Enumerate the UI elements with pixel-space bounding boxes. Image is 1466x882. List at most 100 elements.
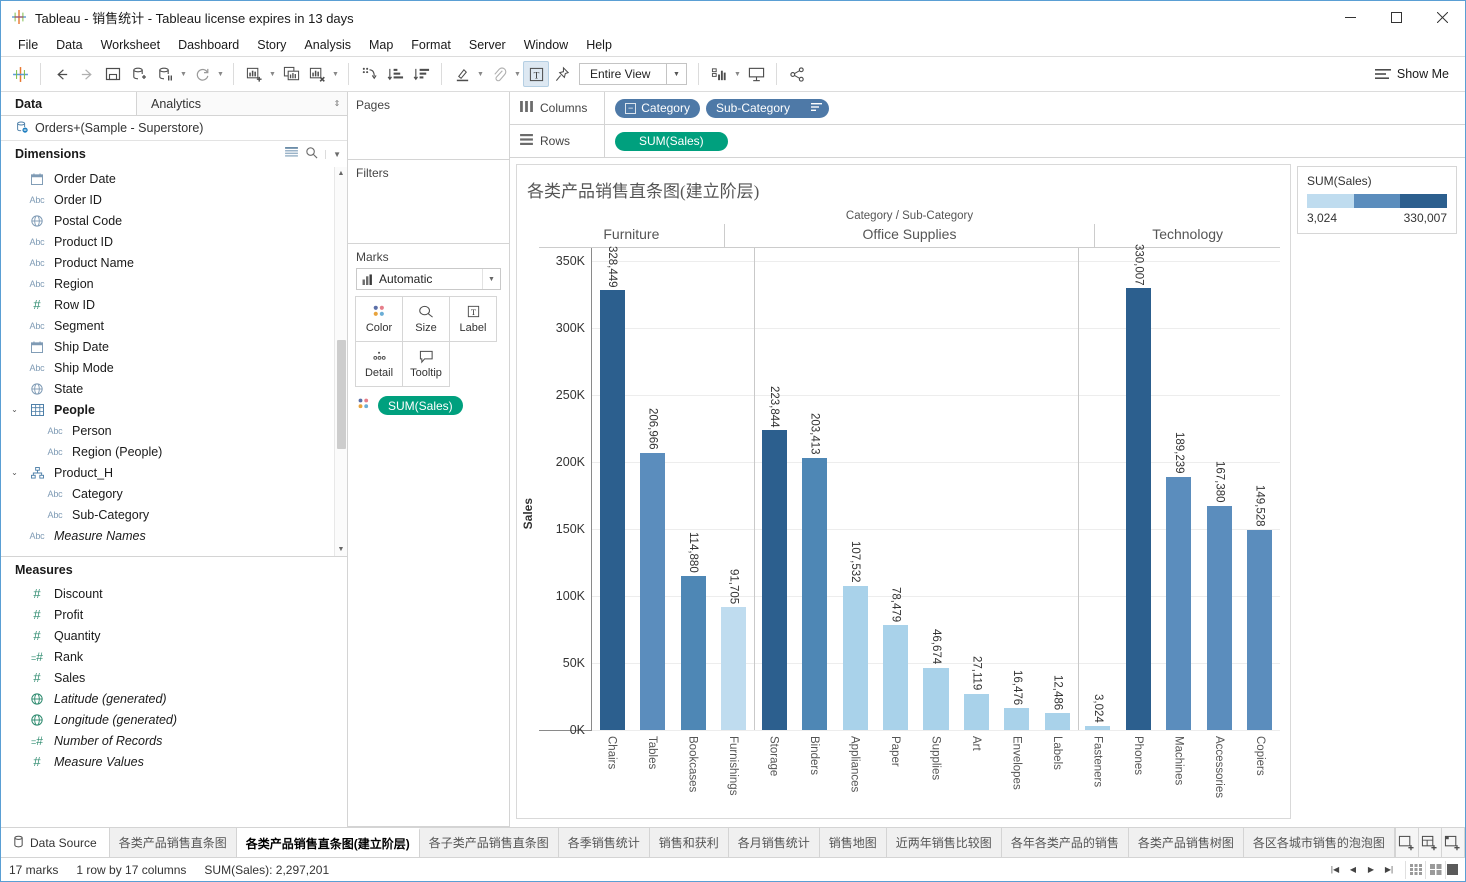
worksheet-tab[interactable]: 各类产品销售直条图(建立阶层) <box>236 828 420 857</box>
new-sheet-dropdown-caret-icon[interactable]: ▼ <box>267 61 278 87</box>
show-filmstrip-icon[interactable] <box>1405 860 1425 879</box>
bar[interactable]: 114,880 <box>680 532 706 730</box>
paperclip-dropdown-caret-icon[interactable]: ▼ <box>512 61 523 87</box>
bar[interactable]: 12,486 <box>1044 675 1070 730</box>
worksheet-tab[interactable]: 各区各城市销售的泡泡图 <box>1243 828 1395 857</box>
bar[interactable]: 206,966 <box>640 408 666 730</box>
x-axis-tick[interactable]: Copiers <box>1240 731 1281 818</box>
marks-size-button[interactable]: Size <box>402 296 450 342</box>
x-axis-tick[interactable]: Supplies <box>915 731 956 818</box>
paperclip-icon[interactable] <box>486 61 512 87</box>
forward-icon[interactable] <box>74 61 100 87</box>
bar-cell[interactable]: 223,844 <box>754 248 794 730</box>
sort-ascending-icon[interactable] <box>382 61 408 87</box>
new-dashboard-button[interactable] <box>1418 828 1442 857</box>
x-axis-tick[interactable]: Chairs <box>591 731 632 818</box>
presentation-mode-icon[interactable] <box>743 61 769 87</box>
next-tab-icon[interactable]: ▶ <box>1363 862 1379 878</box>
bar[interactable]: 107,532 <box>842 541 868 730</box>
fit-axis-icon[interactable] <box>706 61 732 87</box>
field-row[interactable]: =# Rank <box>1 646 347 667</box>
bar-cell[interactable]: 27,119 <box>956 248 996 730</box>
menu-server[interactable]: Server <box>460 35 515 55</box>
worksheet-tab[interactable]: 各月销售统计 <box>728 828 820 857</box>
menu-file[interactable]: File <box>9 35 47 55</box>
color-legend[interactable]: SUM(Sales) 3,024 330,007 <box>1297 166 1457 234</box>
x-axis-tick[interactable]: Paper <box>875 731 916 818</box>
field-row[interactable]: ⌄ People <box>1 399 334 420</box>
new-worksheet-icon[interactable] <box>241 61 267 87</box>
x-axis-tick[interactable]: Fasteners <box>1077 731 1118 818</box>
field-row[interactable]: Abc Product Name <box>1 252 334 273</box>
x-axis-tick[interactable]: Bookcases <box>672 731 713 818</box>
data-pane-collapse-icon[interactable]: ⇕ <box>327 92 347 116</box>
bar-cell[interactable]: 189,239 <box>1159 248 1199 730</box>
bar-cell[interactable]: 91,705 <box>713 248 753 730</box>
field-row[interactable]: Abc Product ID <box>1 231 334 252</box>
bar[interactable]: 223,844 <box>761 386 787 730</box>
view-data-grid-icon[interactable] <box>285 147 298 161</box>
bar[interactable]: 330,007 <box>1125 244 1151 730</box>
bar-cell[interactable]: 330,007 <box>1118 244 1158 730</box>
show-tabs-icon[interactable] <box>1445 860 1465 879</box>
clear-dropdown-caret-icon[interactable]: ▼ <box>330 61 341 87</box>
scroll-up-icon[interactable]: ▲ <box>335 167 348 180</box>
field-row[interactable]: # Profit <box>1 604 347 625</box>
field-row[interactable]: Order Date <box>1 168 334 189</box>
worksheet-tab[interactable]: 销售地图 <box>819 828 887 857</box>
field-row[interactable]: =# Number of Records <box>1 730 347 751</box>
text-tool-icon[interactable]: T <box>523 61 549 87</box>
mark-type-select[interactable]: Automatic ▼ <box>356 268 501 290</box>
new-data-source-icon[interactable] <box>126 61 152 87</box>
bar[interactable]: 78,479 <box>882 587 909 730</box>
marks-sum-sales-pill[interactable]: SUM(Sales) <box>378 396 463 415</box>
sort-indicator-icon[interactable] <box>811 101 823 115</box>
bar-cell[interactable]: 167,380 <box>1199 248 1239 730</box>
menu-data[interactable]: Data <box>47 35 91 55</box>
minimize-button[interactable] <box>1327 2 1373 33</box>
bar[interactable]: 16,476 <box>1004 670 1030 730</box>
zoom-caret-icon[interactable]: ▼ <box>666 64 686 84</box>
new-worksheet-button[interactable] <box>1395 828 1419 857</box>
highlighter-dropdown-caret-icon[interactable]: ▼ <box>475 61 486 87</box>
hierarchy-collapse-icon[interactable]: − <box>625 102 637 114</box>
bar-cell[interactable]: 149,528 <box>1240 248 1280 730</box>
pages-card[interactable]: Pages <box>348 92 509 160</box>
pill-sub-category[interactable]: Sub-Category <box>705 98 830 118</box>
menu-format[interactable]: Format <box>402 35 460 55</box>
first-tab-icon[interactable]: |◀ <box>1327 862 1343 878</box>
bar-cell[interactable]: 203,413 <box>794 248 834 730</box>
menu-story[interactable]: Story <box>248 35 295 55</box>
field-row[interactable]: ⌄ Product_H <box>1 462 334 483</box>
bar-cell[interactable]: 107,532 <box>835 248 875 730</box>
menu-map[interactable]: Map <box>360 35 402 55</box>
mark-type-caret-icon[interactable]: ▼ <box>482 269 500 289</box>
share-icon[interactable] <box>784 61 810 87</box>
scroll-down-icon[interactable]: ▼ <box>335 543 348 556</box>
worksheet-tab[interactable]: 各类产品销售直条图 <box>109 828 237 857</box>
bar-cell[interactable]: 328,449 <box>592 246 632 730</box>
rows-drop-zone[interactable]: SUM(Sales) <box>605 131 1465 151</box>
field-row[interactable]: # Measure Values <box>1 751 347 772</box>
tableau-home-icon[interactable] <box>7 61 33 87</box>
columns-drop-zone[interactable]: − Category Sub-Category <box>605 98 1465 118</box>
bar[interactable]: 91,705 <box>721 569 747 730</box>
field-row[interactable]: # Quantity <box>1 625 347 646</box>
field-row[interactable]: Abc Region <box>1 273 334 294</box>
bar[interactable]: 46,674 <box>923 629 949 730</box>
worksheet-tab[interactable]: 销售和获利 <box>649 828 729 857</box>
worksheet-tab[interactable]: 各子类产品销售直条图 <box>419 828 559 857</box>
data-source-row[interactable]: Orders+(Sample - Superstore) <box>1 116 347 141</box>
marks-label-button[interactable]: T Label <box>449 296 497 342</box>
clear-sheet-icon[interactable] <box>304 61 330 87</box>
field-row[interactable]: Abc Region (People) <box>1 441 334 462</box>
highlighter-icon[interactable] <box>449 61 475 87</box>
menu-window[interactable]: Window <box>515 35 577 55</box>
x-axis-tick[interactable]: Machines <box>1158 731 1199 818</box>
zoom-level-select[interactable]: Entire View ▼ <box>579 63 687 85</box>
dimensions-menu-caret-icon[interactable]: ▼ <box>325 149 341 159</box>
field-row[interactable]: # Row ID <box>1 294 334 315</box>
bar[interactable]: 149,528 <box>1247 485 1273 730</box>
pill-sum-sales[interactable]: SUM(Sales) <box>615 131 728 151</box>
fit-dropdown-caret-icon[interactable]: ▼ <box>732 61 743 87</box>
